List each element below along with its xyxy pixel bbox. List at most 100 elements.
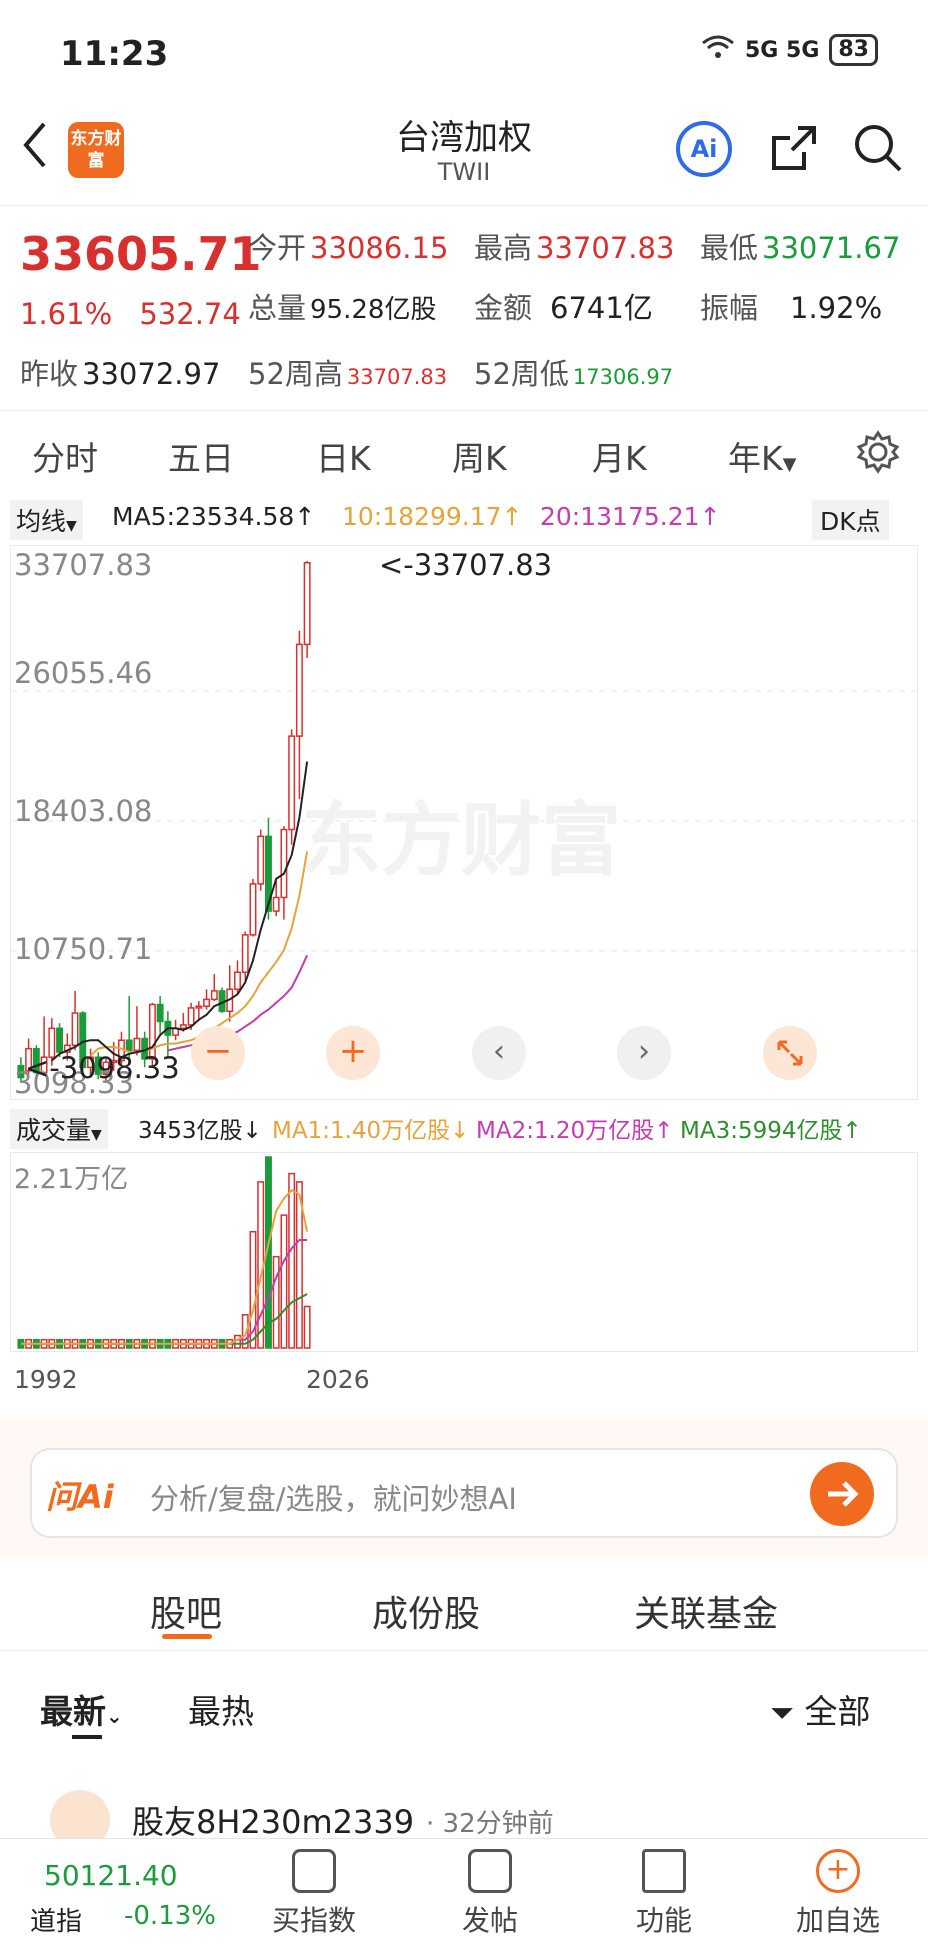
w52-low-value: 17306.97 — [572, 365, 674, 389]
tab-daily-k[interactable]: 日K — [316, 432, 371, 480]
candle-body — [249, 883, 257, 936]
tab-monthly-k[interactable]: 月K — [592, 432, 647, 480]
watermark: 东方财富 — [301, 794, 621, 887]
volume-chart[interactable]: 2.21万亿 — [10, 1152, 918, 1352]
post-label: 发帖 — [461, 1904, 518, 1937]
status-bar: 11:23 5G 5G 83 — [0, 0, 928, 100]
candle-body — [203, 998, 211, 1007]
tab-yearly-k-label: 年K — [728, 439, 783, 478]
vol-ma1: MA1:1.40万亿股↓ — [272, 1118, 470, 1144]
w52-low-label: 52周低 — [474, 357, 569, 391]
low-label: 最低 — [700, 231, 759, 265]
vol-ma1-line — [20, 1188, 309, 1345]
amplitude: 振幅 1.92% — [700, 285, 882, 327]
dk-point-button[interactable]: DK点 — [812, 500, 889, 540]
prev-close: 昨收 33072.97 — [20, 351, 220, 393]
status-time: 11:23 — [60, 34, 169, 74]
w52-high-label: 52周高 — [248, 357, 343, 391]
scroll-right-button[interactable]: › — [617, 1026, 671, 1080]
candle-body — [288, 735, 296, 831]
vol-y-tick: 2.21万亿 — [14, 1164, 129, 1195]
candle-body — [210, 990, 218, 1001]
search-icon[interactable] — [852, 122, 904, 178]
candle-body — [295, 643, 303, 737]
amplitude-value: 1.92% — [790, 291, 883, 325]
post-button[interactable]: 发帖 — [430, 1849, 550, 1939]
volume-bar — [272, 1255, 280, 1349]
ai-submit-button[interactable] — [810, 1462, 874, 1526]
buy-index-label: 买指数 — [271, 1904, 356, 1937]
status-indicators: 5G 5G 83 — [701, 34, 878, 66]
filter-latest[interactable]: 最新⌄ — [40, 1685, 123, 1733]
volume-label: 总量 — [248, 291, 307, 325]
ma-legend-row: 均线▼ MA5:23534.58↑ 10:18299.17↑ 20:13175.… — [10, 498, 920, 540]
ai-assistant-button[interactable]: Ai — [676, 121, 732, 177]
divider — [0, 1650, 928, 1651]
post-username[interactable]: 股友8H230m2339 — [132, 1797, 414, 1843]
zoom-in-button[interactable]: + — [326, 1026, 380, 1080]
ai-search-bar[interactable]: 问Ai 分析/复盘/选股，就问妙想AI — [30, 1448, 898, 1538]
ma-selector[interactable]: 均线▼ — [10, 500, 83, 540]
amount: 金额 6741亿 — [474, 285, 653, 327]
volume-current: 3453亿股↓ — [138, 1118, 262, 1144]
ma10-value: 10:18299.17↑ — [342, 502, 523, 531]
prev-close-value: 33072.97 — [82, 357, 221, 391]
tab-five-day[interactable]: 五日 — [168, 432, 234, 480]
w52-low: 52周低 17306.97 — [474, 351, 673, 393]
volume-bar — [280, 1214, 288, 1349]
filter-all[interactable]: ⏷ 全部 — [770, 1685, 871, 1733]
bottom-bar: 50121.40 道指 -0.13% 买指数 发帖 功能 + 加自选 — [0, 1838, 928, 1950]
volume-selector[interactable]: 成交量▼ — [10, 1109, 108, 1149]
change-value: 532.74 — [139, 297, 241, 331]
amount-value: 6741亿 — [550, 291, 653, 325]
high-value: 33707.83 — [536, 231, 675, 265]
tab-forum[interactable]: 股吧 — [150, 1585, 222, 1637]
buy-index-button[interactable]: 买指数 — [254, 1849, 374, 1939]
candle-body — [156, 1003, 164, 1023]
y-tick-1: 26055.46 — [14, 656, 153, 690]
ma20-value: 20:13175.21↑ — [540, 502, 721, 531]
ticker-value[interactable]: 50121.40 — [44, 1859, 178, 1892]
kline-chart[interactable]: 东方财富 33707.83 26055.46 18403.08 10750.71… — [10, 545, 918, 1100]
tab-constituents[interactable]: 成份股 — [372, 1585, 480, 1637]
high: 最高 33707.83 — [474, 225, 674, 267]
candle-body — [241, 934, 249, 973]
y-tick-2: 18403.08 — [14, 794, 153, 828]
volume-svg — [17, 1156, 311, 1349]
plus-circle-icon: + — [816, 1849, 860, 1893]
candle-body — [234, 971, 241, 990]
candle-body — [71, 1012, 79, 1047]
high-label: 最高 — [474, 231, 533, 265]
functions-button[interactable]: 功能 — [604, 1849, 724, 1939]
tab-weekly-k[interactable]: 周K — [452, 432, 507, 480]
low-marker: <-3098.33 — [25, 1051, 180, 1085]
battery-icon: 83 — [829, 34, 878, 66]
tab-intraday[interactable]: 分时 — [32, 432, 98, 480]
filter-indicator — [72, 1735, 102, 1739]
fullscreen-button[interactable] — [763, 1026, 817, 1080]
post-time: · 32分钟前 — [426, 1809, 554, 1839]
tab-related-funds[interactable]: 关联基金 — [634, 1585, 778, 1637]
zoom-out-button[interactable]: − — [191, 1026, 245, 1080]
quote-panel: 33605.71 1.61% 532.74 昨收 33072.97 今开 33086… — [0, 205, 928, 411]
wifi-icon — [701, 34, 735, 66]
chevron-down-icon: ▼ — [782, 454, 797, 475]
add-watchlist-button[interactable]: + 加自选 — [778, 1849, 898, 1939]
volume-bar — [303, 1305, 311, 1349]
caret-down-icon: ▼ — [66, 518, 77, 534]
chart-line-icon — [292, 1849, 336, 1893]
ma-selector-label: 均线 — [16, 507, 67, 536]
settings-gear-icon[interactable] — [856, 430, 900, 478]
ticker-name[interactable]: 道指 — [30, 1901, 82, 1938]
tab-yearly-k[interactable]: 年K▼ — [728, 432, 796, 480]
active-tab-indicator — [162, 1634, 212, 1639]
amount-label: 金额 — [474, 291, 533, 325]
candle-body — [280, 828, 288, 899]
share-icon[interactable] — [768, 122, 820, 178]
arrow-right-icon — [828, 1481, 859, 1507]
scroll-left-button[interactable]: ‹ — [472, 1026, 526, 1080]
filter-hot[interactable]: 最热 — [188, 1685, 254, 1733]
current-price: 33605.71 — [20, 227, 262, 281]
ma5-value: MA5:23534.58↑ — [112, 502, 316, 531]
ai-input-placeholder[interactable]: 分析/复盘/选股，就问妙想AI — [150, 1476, 517, 1518]
